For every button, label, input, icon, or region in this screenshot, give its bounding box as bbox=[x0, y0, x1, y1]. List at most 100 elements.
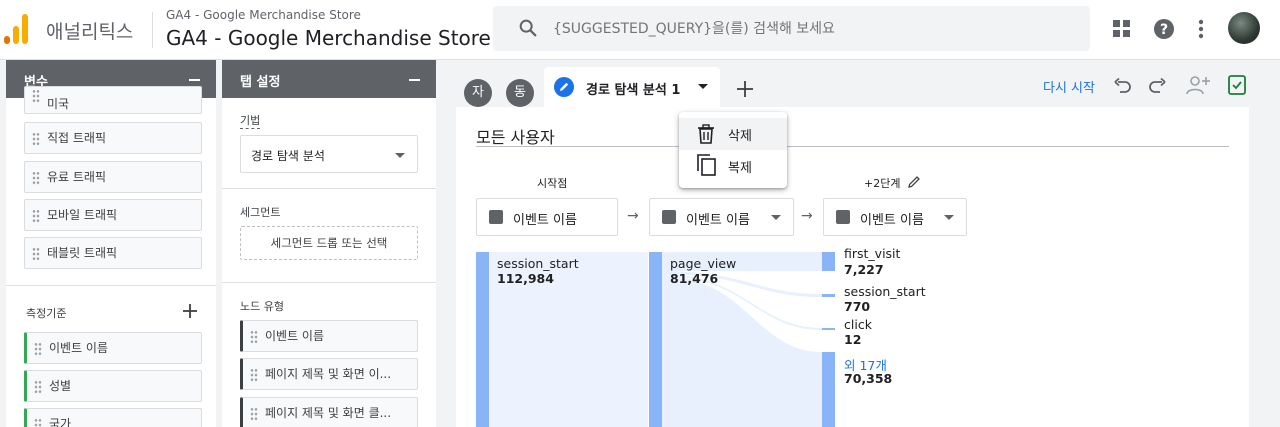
node-bar-first-visit[interactable] bbox=[822, 252, 835, 271]
step-2-dropdown[interactable]: 이벤트 이름 bbox=[823, 198, 967, 236]
add-dimension-icon[interactable] bbox=[183, 304, 197, 318]
segment-chip-label: 유료 트래픽 bbox=[47, 170, 107, 184]
tab-pill-1[interactable]: 자 bbox=[464, 79, 492, 107]
node-type-label: 노드 유형 bbox=[240, 300, 284, 313]
node-value: 70,358 bbox=[844, 371, 893, 386]
tab-menu-caret-icon[interactable] bbox=[698, 84, 708, 89]
node-type-chip[interactable]: 이벤트 이름 bbox=[240, 320, 418, 352]
technique-select-value: 경로 탐색 분석 bbox=[251, 149, 325, 163]
active-tab-label: 경로 탐색 분석 1 bbox=[586, 83, 681, 98]
tab-settings-title: 탭 설정 bbox=[240, 75, 281, 90]
tab-settings-header: 탭 설정 bbox=[222, 60, 436, 98]
menu-item-delete[interactable]: 삭제 bbox=[679, 118, 787, 150]
arrow-right-icon: → bbox=[801, 208, 813, 224]
top-app-bar: 애널리틱스 GA4 - Google Merchandise Store GA4… bbox=[0, 0, 1280, 60]
tab-path-exploration[interactable]: 경로 탐색 분석 1 bbox=[544, 67, 720, 107]
node-type-chip-label: 페이지 제목 및 화면 클... bbox=[265, 406, 392, 420]
node-type-chip[interactable]: 페이지 제목 및 화면 이... bbox=[240, 358, 418, 390]
dimension-chip[interactable]: 국가 bbox=[24, 408, 202, 427]
trash-icon bbox=[698, 124, 714, 144]
node-value: 12 bbox=[844, 332, 862, 347]
menu-item-duplicate[interactable]: 복제 bbox=[679, 150, 787, 182]
add-tab-icon[interactable] bbox=[737, 81, 753, 97]
drag-handle-icon[interactable] bbox=[32, 132, 40, 146]
start-node-dropdown[interactable]: 이벤트 이름 bbox=[476, 198, 618, 236]
redo-icon[interactable] bbox=[1148, 77, 1166, 93]
copy-icon bbox=[697, 154, 716, 176]
drag-handle-icon[interactable] bbox=[250, 330, 258, 344]
node-type-chip[interactable]: 페이지 제목 및 화면 클... bbox=[240, 397, 418, 427]
help-icon[interactable]: ? bbox=[1153, 18, 1175, 40]
analytics-logo-icon[interactable] bbox=[4, 14, 28, 44]
arrow-right-icon: → bbox=[627, 208, 639, 224]
undo-icon[interactable] bbox=[1114, 77, 1132, 93]
tab-pill-2[interactable]: 동 bbox=[506, 79, 534, 107]
drag-handle-icon[interactable] bbox=[32, 247, 40, 261]
menu-item-duplicate-label: 복제 bbox=[728, 161, 752, 176]
node-bar-click[interactable] bbox=[822, 328, 835, 330]
more-vert-icon[interactable] bbox=[1196, 18, 1206, 40]
drag-handle-icon[interactable] bbox=[34, 380, 42, 394]
cursor-icon bbox=[836, 210, 850, 224]
section-divider bbox=[222, 282, 436, 283]
drag-handle-icon[interactable] bbox=[34, 418, 42, 427]
drag-handle-icon[interactable] bbox=[32, 209, 40, 223]
segment-chip-label: 미국 bbox=[47, 97, 70, 111]
search-box[interactable] bbox=[493, 6, 1090, 51]
node-bar-session-start-2[interactable] bbox=[822, 294, 835, 297]
segment-chip-label: 태블릿 트래픽 bbox=[47, 246, 118, 260]
technique-select[interactable]: 경로 탐색 분석 bbox=[240, 135, 418, 173]
step-1-dropdown[interactable]: 이벤트 이름 bbox=[649, 198, 794, 236]
tab-context-menu: 삭제 복제 bbox=[679, 112, 787, 188]
app-name[interactable]: 애널리틱스 bbox=[46, 17, 133, 44]
drag-handle-icon[interactable] bbox=[250, 368, 258, 382]
edit-tab-icon[interactable] bbox=[554, 77, 574, 97]
account-name[interactable]: GA4 - Google Merchandise Store bbox=[166, 8, 361, 22]
drag-handle-icon[interactable] bbox=[32, 171, 40, 185]
segment-chip[interactable]: 유료 트래픽 bbox=[24, 161, 202, 193]
node-bar-page-view[interactable] bbox=[649, 252, 662, 427]
drag-handle-icon[interactable] bbox=[32, 89, 40, 103]
flow-link bbox=[661, 276, 822, 427]
caret-down-icon bbox=[944, 215, 954, 220]
drag-handle-icon[interactable] bbox=[250, 407, 258, 421]
segment-drop-zone[interactable]: 세그먼트 드롭 또는 선택 bbox=[240, 226, 418, 260]
dimension-chip-label: 이벤트 이름 bbox=[49, 341, 109, 355]
collapse-icon[interactable] bbox=[409, 79, 420, 81]
drag-handle-icon[interactable] bbox=[34, 342, 42, 356]
step-2-node-label: 이벤트 이름 bbox=[860, 213, 924, 228]
share-person-add-icon[interactable] bbox=[1186, 75, 1210, 95]
node-bar-session-start[interactable] bbox=[476, 252, 489, 427]
dimensions-label: 측정기준 bbox=[26, 307, 67, 320]
step-1-node-label: 이벤트 이름 bbox=[686, 213, 750, 228]
segment-chip[interactable]: 모바일 트래픽 bbox=[24, 199, 202, 231]
saved-check-icon[interactable] bbox=[1228, 75, 1246, 95]
property-selector[interactable]: GA4 - Google Merchandise Store bbox=[166, 26, 491, 50]
dimension-chip[interactable]: 이벤트 이름 bbox=[24, 332, 202, 364]
technique-label: 기법 bbox=[240, 114, 261, 129]
search-input[interactable] bbox=[553, 6, 1073, 51]
search-icon bbox=[519, 19, 537, 37]
segment-chip[interactable]: 미국 bbox=[24, 86, 202, 114]
apps-grid-icon[interactable] bbox=[1112, 19, 1132, 39]
node-value: 7,227 bbox=[844, 262, 884, 277]
node-bar-others[interactable] bbox=[822, 352, 835, 427]
cursor-icon bbox=[662, 210, 676, 224]
svg-text:?: ? bbox=[1160, 22, 1168, 38]
account-avatar[interactable] bbox=[1228, 12, 1260, 44]
node-value: 770 bbox=[844, 299, 871, 314]
node-value: 112,984 bbox=[497, 271, 554, 286]
node-type-chip-label: 이벤트 이름 bbox=[265, 329, 325, 343]
menu-item-delete-label: 삭제 bbox=[728, 129, 752, 144]
node-name: session_start bbox=[844, 284, 926, 299]
restart-button[interactable]: 다시 시작 bbox=[1043, 77, 1095, 96]
cursor-icon bbox=[489, 210, 503, 224]
node-name: session_start bbox=[497, 256, 579, 271]
collapse-icon[interactable] bbox=[189, 79, 200, 81]
edit-step-icon[interactable] bbox=[908, 175, 921, 188]
segment-chip[interactable]: 직접 트래픽 bbox=[24, 122, 202, 154]
dimension-chip[interactable]: 성별 bbox=[24, 370, 202, 402]
caret-down-icon bbox=[771, 215, 781, 220]
segment-chip[interactable]: 태블릿 트래픽 bbox=[24, 237, 202, 269]
variables-panel: 변수 미국 직접 트래픽 유료 트래픽 모바일 트래픽 태블릿 트래픽 측정기준… bbox=[6, 60, 216, 427]
